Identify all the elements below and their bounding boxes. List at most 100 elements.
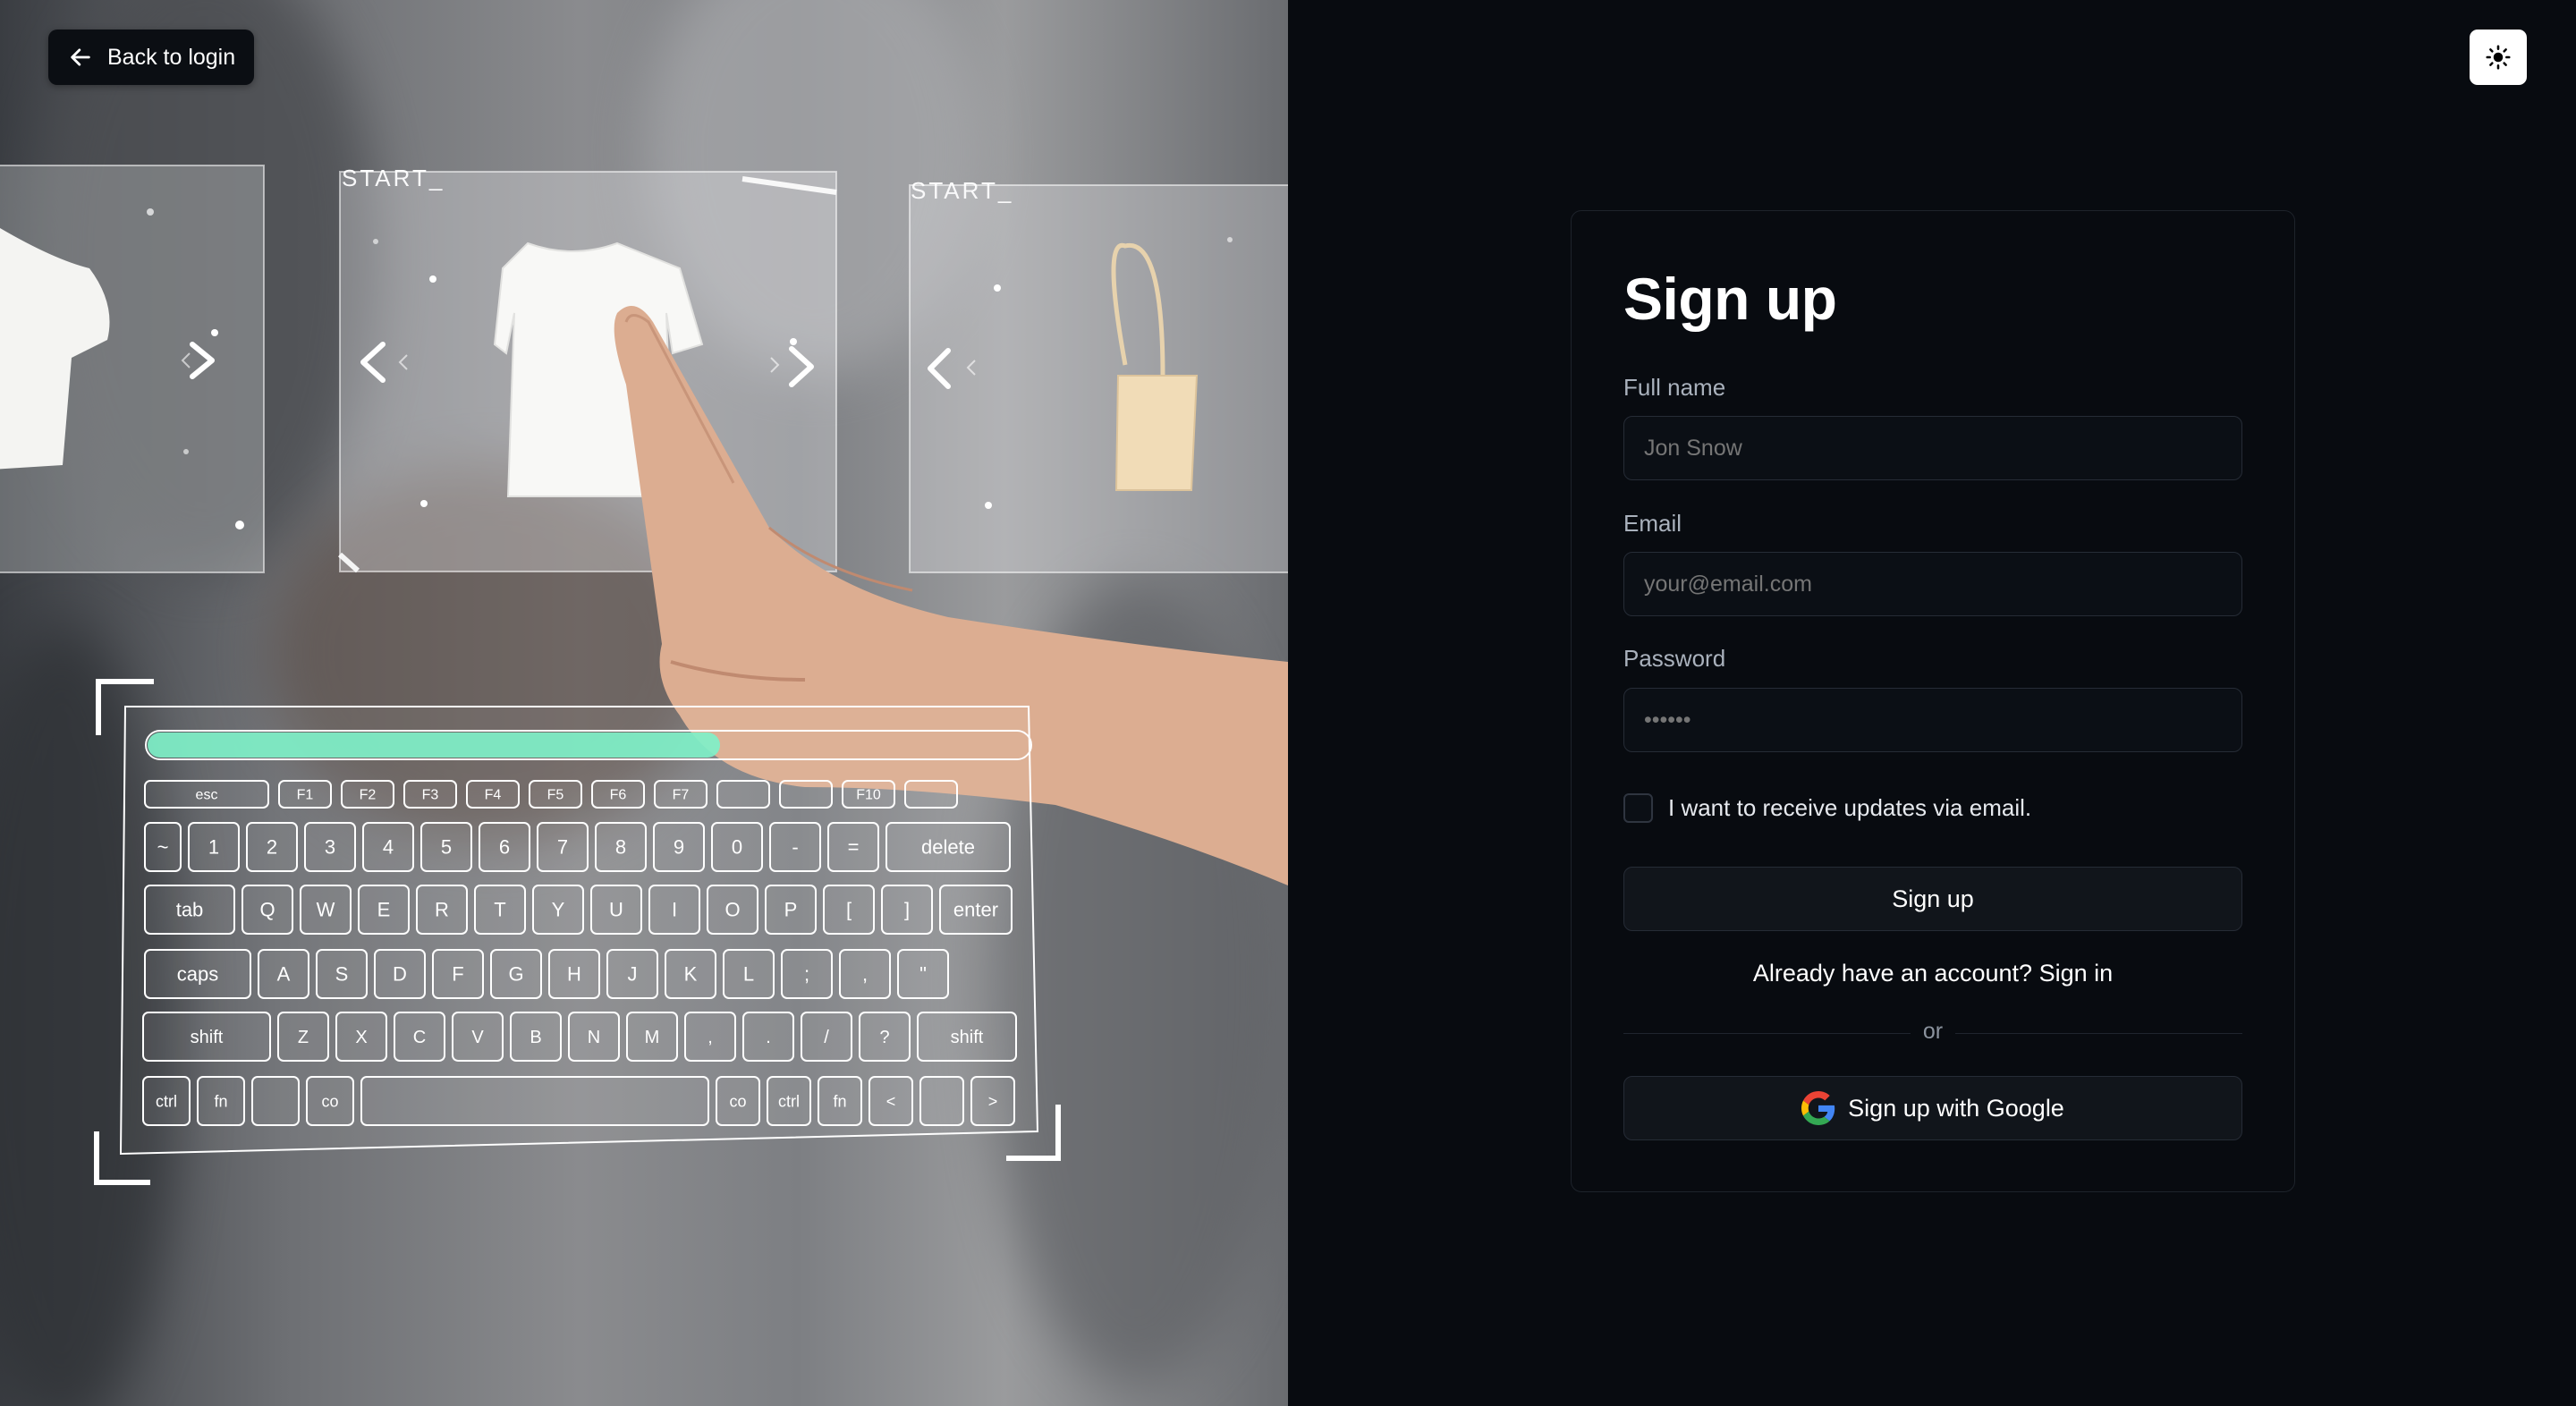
- keyboard-key-label: /: [824, 1028, 829, 1047]
- theme-toggle-button[interactable]: [2470, 30, 2527, 85]
- sun-icon: [2486, 45, 2511, 70]
- keyboard-key: [919, 1076, 964, 1126]
- keyboard-key-label: M: [645, 1028, 660, 1047]
- password-input[interactable]: [1623, 688, 2242, 752]
- email-input[interactable]: [1623, 552, 2242, 616]
- password-label: Password: [1623, 645, 1726, 672]
- keyboard-key-label: fn: [833, 1092, 846, 1110]
- updates-checkbox[interactable]: [1623, 793, 1653, 823]
- product-card-tshirt: [337, 171, 837, 573]
- keyboard-key-label: 0: [732, 836, 742, 859]
- keyboard-key-label: ,: [708, 1028, 713, 1047]
- keyboard-key-label: 9: [674, 836, 684, 859]
- keyboard-key-label: 4: [383, 836, 394, 859]
- keyboard-key-label: co: [729, 1092, 746, 1110]
- back-to-login-button[interactable]: Back to login: [48, 30, 254, 85]
- keyboard-key-label: esc: [196, 788, 218, 803]
- updates-checkbox-label[interactable]: I want to receive updates via email.: [1668, 794, 2031, 822]
- keyboard-key-label: C: [413, 1028, 426, 1047]
- keyboard-key-label: S: [335, 963, 349, 986]
- keyboard-key-label: ?: [879, 1028, 889, 1047]
- keyboard-key-label: ]: [904, 899, 910, 921]
- keyboard-key-label: 7: [557, 836, 568, 859]
- keyboard-key-label: [: [846, 899, 852, 921]
- signup-button[interactable]: Sign up: [1623, 867, 2242, 931]
- keyboard-key: [360, 1076, 709, 1126]
- keyboard-key-label: G: [508, 963, 523, 986]
- keyboard-key-label: X: [355, 1028, 367, 1047]
- keyboard-key-label: N: [588, 1028, 600, 1047]
- keyboard-key-label: F6: [610, 788, 627, 803]
- fullname-label: Full name: [1623, 374, 1726, 401]
- keyboard-key-label: 5: [441, 836, 452, 859]
- keyboard-key-label: shift: [191, 1028, 224, 1047]
- google-signup-button[interactable]: Sign up with Google: [1623, 1076, 2242, 1140]
- keyboard-key-label: 6: [499, 836, 510, 859]
- keyboard-key-label: F7: [673, 788, 690, 803]
- keyboard-key-label: ": [919, 963, 927, 986]
- keyboard-key-label: ,: [862, 963, 868, 986]
- signup-button-label: Sign up: [1892, 885, 1974, 912]
- keyboard-key-label: D: [393, 963, 407, 986]
- divider-text: or: [1910, 1019, 1956, 1044]
- keyboard-key-label: F1: [297, 788, 314, 803]
- keyboard-key-label: W: [317, 899, 335, 921]
- keyboard-key-label: B: [530, 1028, 541, 1047]
- arrow-left-icon: [71, 48, 90, 66]
- back-to-login-label: Back to login: [107, 44, 236, 70]
- keyboard-key-label: I: [672, 899, 677, 921]
- keyboard-key-label: 1: [208, 836, 219, 859]
- hero-illustration: START_ START_: [0, 165, 1288, 1185]
- keyboard-key-label: J: [628, 963, 638, 986]
- keyboard-key-label: Y: [552, 899, 565, 921]
- keyboard-key-label: F4: [485, 788, 502, 803]
- keyboard-key-label: T: [494, 899, 505, 921]
- keyboard-key-label: enter: [953, 899, 998, 921]
- keyboard-key-label: 8: [615, 836, 626, 859]
- keyboard-key: [251, 1076, 300, 1126]
- keyboard-key-label: U: [609, 899, 623, 921]
- keyboard-key-label: <: [886, 1092, 896, 1110]
- google-icon: [1801, 1091, 1835, 1125]
- signin-link-text[interactable]: Already have an account? Sign in: [1753, 960, 2113, 987]
- keyboard-key-label: tab: [176, 899, 204, 921]
- keyboard-key-label: E: [377, 899, 391, 921]
- keyboard-key-label: O: [724, 899, 740, 921]
- keyboard-key-label: V: [471, 1028, 484, 1047]
- keyboard-key-label: co: [321, 1092, 338, 1110]
- page-title: Sign up: [1623, 266, 1837, 332]
- keyboard-key-label: ~: [157, 836, 169, 859]
- fullname-input[interactable]: [1623, 416, 2242, 480]
- keyboard-key-label: F5: [547, 788, 564, 803]
- keyboard-key-label: ctrl: [778, 1092, 800, 1110]
- keyboard-key-label: Z: [298, 1028, 309, 1047]
- keyboard-key-label: ctrl: [156, 1092, 177, 1110]
- product-card-left: [0, 165, 265, 573]
- google-signup-label: Sign up with Google: [1848, 1094, 2064, 1122]
- keyboard-key-label: A: [277, 963, 291, 986]
- hero-image: START_ START_: [0, 0, 1288, 1406]
- keyboard-key-label: ;: [804, 963, 809, 986]
- keyboard-key-label: R: [435, 899, 449, 921]
- email-label: Email: [1623, 510, 1682, 537]
- keyboard-key-label: shift: [951, 1028, 984, 1047]
- keyboard-key: [779, 780, 833, 809]
- keyboard-key-label: =: [848, 836, 860, 859]
- keyboard-key: [904, 780, 958, 809]
- keyboard-key-label: K: [684, 963, 698, 986]
- keyboard-key-label: .: [766, 1028, 771, 1047]
- signin-link[interactable]: Already have an account? Sign in: [1623, 960, 2242, 987]
- keyboard-key-label: H: [567, 963, 581, 986]
- keyboard-key-label: 2: [267, 836, 277, 859]
- keyboard-key-label: F2: [360, 788, 377, 803]
- keyboard-key: [716, 780, 770, 809]
- product-card-bag: [909, 184, 1288, 573]
- keyboard-key-label: F10: [856, 788, 881, 803]
- keyboard-key-label: F: [452, 963, 463, 986]
- keyboard-key-label: L: [743, 963, 754, 986]
- signup-card: Sign up Full name Email Password I want …: [1571, 210, 2295, 1192]
- keyboard-key-label: 3: [325, 836, 335, 859]
- keyboard-key-label: F3: [422, 788, 439, 803]
- keyboard-key-label: fn: [214, 1092, 227, 1110]
- or-divider: or: [1623, 1019, 2242, 1044]
